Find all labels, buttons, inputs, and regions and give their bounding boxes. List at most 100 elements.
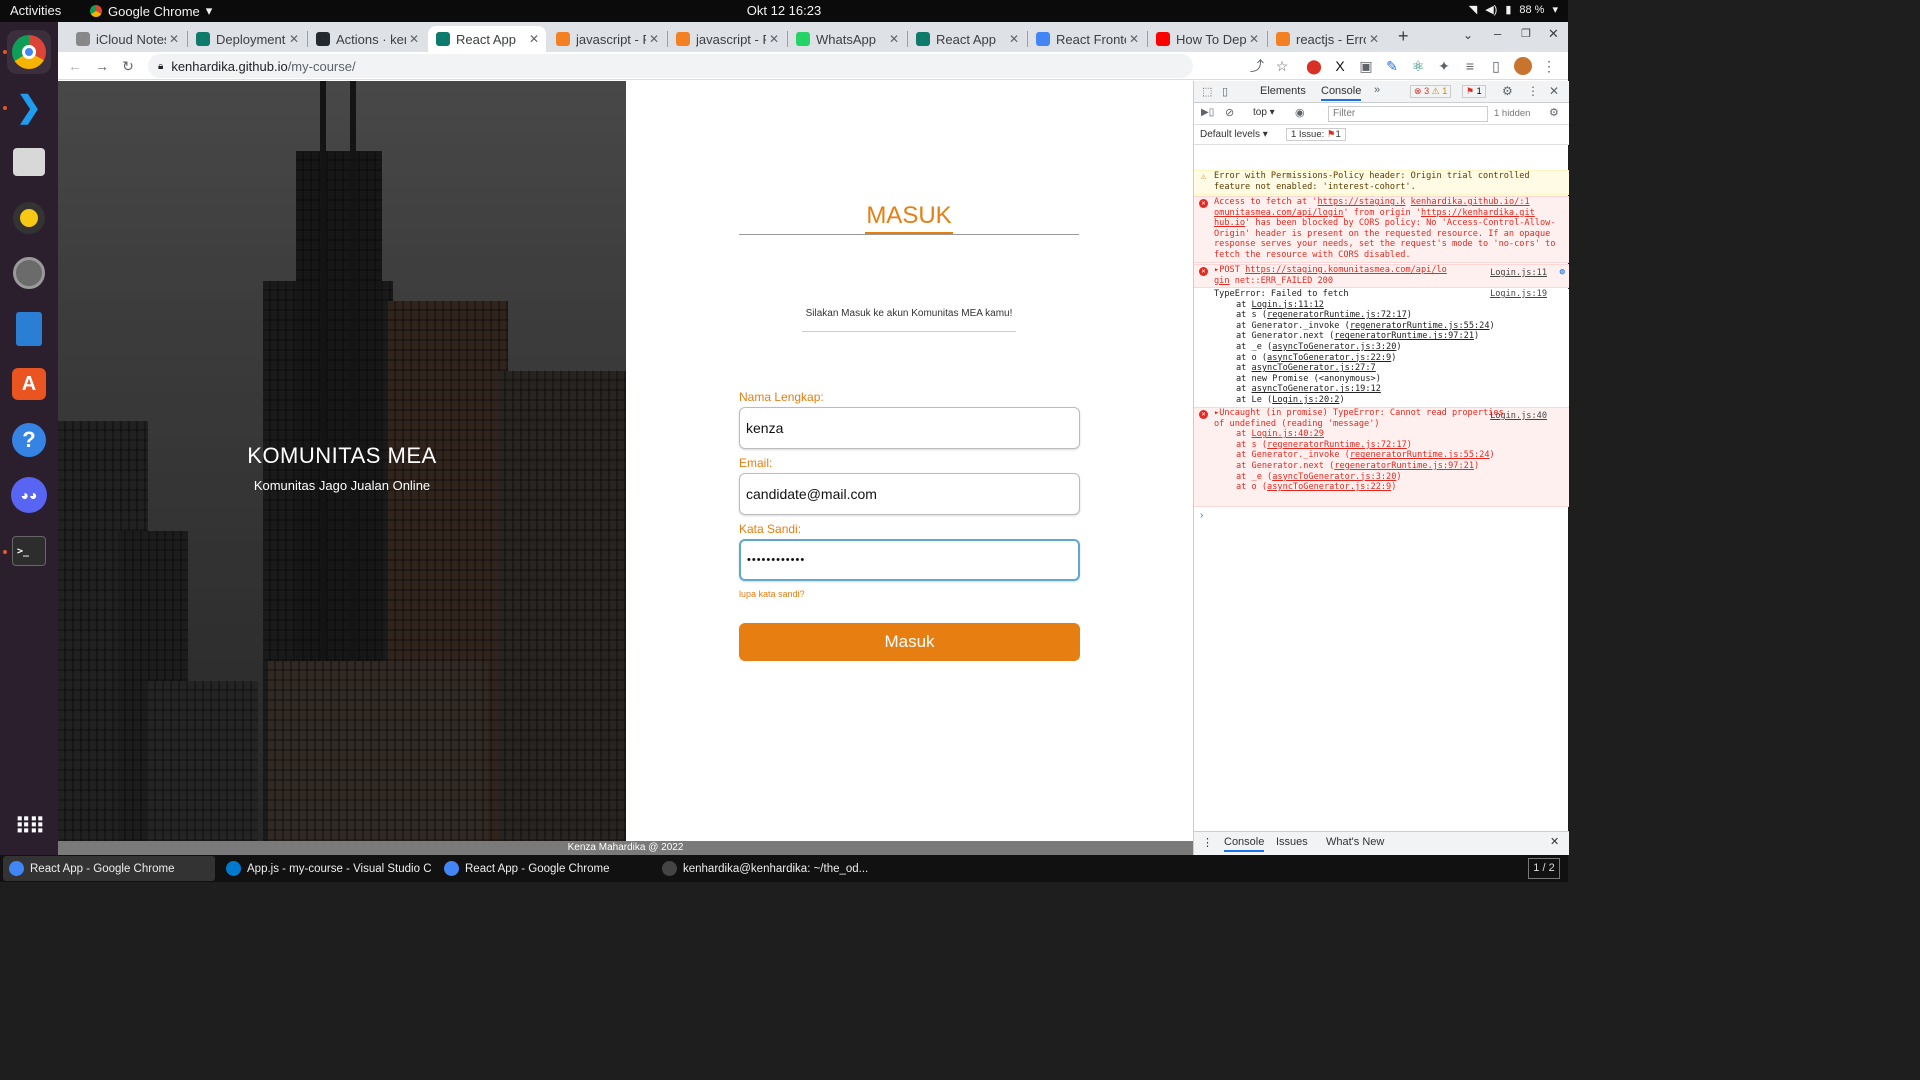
close-tab-icon[interactable]: ✕ [646, 32, 662, 46]
stack-frame-link[interactable]: regeneratorRuntime.js:97:21 [1334, 461, 1474, 471]
react-devtools-icon[interactable]: ⚛ [1409, 57, 1427, 75]
log-levels-dropdown[interactable]: Default levels ▾ [1200, 129, 1268, 140]
dock-writer[interactable] [7, 307, 51, 351]
password-input[interactable]: •••••••••••• [739, 539, 1080, 581]
drawer-menu-icon[interactable]: ⋮ [1202, 836, 1213, 849]
address-bar[interactable]: 🔒︎ kenhardika.github.io/my-course/ [148, 54, 1193, 78]
cors-source-link[interactable]: kenhardika.github.io/:1 [1411, 197, 1530, 207]
dock-discord[interactable]: ◕◕ [7, 473, 51, 517]
stack-frame-link[interactable]: regeneratorRuntime.js:55:24 [1350, 450, 1490, 460]
share-icon[interactable]: ⤴ [1248, 57, 1266, 75]
tab-console[interactable]: Console [1321, 85, 1362, 101]
stack-frame-link[interactable]: regeneratorRuntime.js:97:21 [1334, 331, 1474, 341]
stack-frame-link[interactable]: asyncToGenerator.js:3:20 [1272, 472, 1396, 482]
uncaught-source-link[interactable]: Login.js:40 [1490, 411, 1547, 422]
reading-list-icon[interactable]: ≡ [1461, 57, 1479, 75]
browser-tab[interactable]: React App ✕ [908, 26, 1026, 52]
browser-tab[interactable]: javascript - Fetch✕ [548, 26, 666, 52]
tab-search-button[interactable]: ⌄ [1463, 28, 1473, 42]
tab-elements[interactable]: Elements [1260, 85, 1306, 97]
stack-frame-link[interactable]: asyncToGenerator.js:22:9 [1267, 353, 1391, 363]
stack-frame-link[interactable]: asyncToGenerator.js:22:9 [1267, 482, 1391, 492]
activities-button[interactable]: Activities [10, 3, 61, 18]
chrome-menu-icon[interactable]: ⋮ [1540, 57, 1558, 75]
stack-frame-link[interactable]: asyncToGenerator.js:27:7 [1252, 363, 1376, 373]
close-tab-icon[interactable]: ✕ [1366, 32, 1382, 46]
profile-avatar[interactable] [1514, 57, 1532, 75]
forgot-password-link[interactable]: lupa kata sandi? [739, 589, 805, 599]
sidebar-toggle-icon[interactable]: ▶▯ [1201, 107, 1214, 118]
typeerror-source-link[interactable]: Login.js:19 [1490, 289, 1547, 300]
close-tab-icon[interactable]: ✕ [166, 32, 182, 46]
clock[interactable]: Okt 12 16:23 [747, 3, 821, 18]
extension-x-icon[interactable]: X [1331, 57, 1349, 75]
extension-s-icon[interactable]: ▣ [1357, 57, 1375, 75]
devtools-menu-icon[interactable]: ⋮ [1527, 84, 1539, 98]
settings-gear-icon[interactable]: ⚙ [1502, 84, 1513, 98]
close-tab-icon[interactable]: ✕ [1246, 32, 1262, 46]
browser-tab[interactable]: reactjs - Error✕ [1268, 26, 1386, 52]
login-submit-button[interactable]: Masuk [739, 623, 1080, 661]
post-source-link[interactable]: Login.js:11 [1490, 268, 1547, 279]
close-tab-icon[interactable]: ✕ [766, 32, 782, 46]
close-tab-icon[interactable]: ✕ [286, 32, 302, 46]
console-prompt[interactable]: › [1200, 510, 1203, 521]
issues-counter[interactable]: ⚑ 1 [1462, 85, 1486, 98]
maximize-button[interactable]: ❐ [1521, 27, 1531, 40]
browser-tab[interactable]: How To Deploy✕ [1148, 26, 1266, 52]
workspace-indicator[interactable]: 1 / 2 [1528, 858, 1560, 879]
adblock-icon[interactable]: ⬤ [1305, 57, 1323, 75]
more-tabs-icon[interactable]: » [1374, 84, 1380, 96]
reload-button[interactable]: ↻ [119, 57, 137, 75]
name-input[interactable]: kenza [739, 407, 1080, 449]
browser-tab[interactable]: WhatsApp ✕ [788, 26, 906, 52]
inspect-element-icon[interactable]: ⬚ [1202, 85, 1212, 98]
browser-tab[interactable]: React App ✕ [428, 26, 546, 52]
close-tab-icon[interactable]: ✕ [1126, 32, 1142, 46]
console-filter-input[interactable]: Filter [1328, 106, 1488, 122]
forward-button[interactable]: → [93, 57, 111, 75]
show-apps-button[interactable]: ⠿⠿ [7, 805, 51, 849]
issues-badge[interactable]: 1 Issue: ⚑1 [1286, 128, 1346, 141]
taskbar-window-item[interactable]: React App - Google Chrome [438, 856, 650, 881]
stack-frame-link[interactable]: Login.js:11:12 [1252, 300, 1324, 310]
clear-console-icon[interactable]: ⊘ [1225, 106, 1234, 119]
back-button[interactable]: ← [66, 57, 84, 75]
stack-frame-link[interactable]: regeneratorRuntime.js:55:24 [1350, 321, 1490, 331]
drawer-tab-console[interactable]: Console [1224, 836, 1265, 852]
network-icon[interactable]: ◍ [1560, 267, 1565, 278]
dock-terminal[interactable]: >_ [7, 529, 51, 573]
cors-request-link[interactable]: https://staging.k [1317, 197, 1405, 207]
app-menu[interactable]: Google Chrome ▾ [90, 3, 212, 19]
stack-frame-link[interactable]: asyncToGenerator.js:3:20 [1272, 342, 1396, 352]
cors-origin-link[interactable]: https://kenhardika.git [1421, 208, 1535, 218]
dock-settings[interactable] [7, 251, 51, 295]
drawer-tab-issues[interactable]: Issues [1276, 836, 1308, 848]
close-devtools-icon[interactable]: ✕ [1549, 84, 1559, 98]
taskbar-window-item[interactable]: kenhardika@kenhardika: ~/the_od... [656, 856, 868, 881]
stack-frame-link[interactable]: Login.js:20:2 [1272, 395, 1339, 405]
console-settings-gear-icon[interactable]: ⚙ [1549, 106, 1559, 119]
status-menu[interactable]: ◥ ◀) ▮ 88 % ▾ [1469, 3, 1558, 17]
browser-tab[interactable]: iCloud Notes ✕ [68, 26, 186, 52]
stack-frame-link[interactable]: regeneratorRuntime.js:72:17 [1267, 440, 1407, 450]
close-drawer-icon[interactable]: ✕ [1550, 835, 1559, 848]
post-url-link[interactable]: https://staging.komunitasmea.com/api/lo [1245, 265, 1447, 275]
browser-tab[interactable]: javascript - Fetch✕ [668, 26, 786, 52]
dock-chrome[interactable] [7, 30, 51, 74]
close-tab-icon[interactable]: ✕ [1006, 32, 1022, 46]
extensions-puzzle-icon[interactable]: ✦ [1435, 57, 1453, 75]
dock-software[interactable]: A [7, 362, 51, 406]
taskbar-window-item[interactable]: App.js - my-course - Visual Studio C... [220, 856, 432, 881]
browser-tab[interactable]: React Frontend✕ [1028, 26, 1146, 52]
stack-frame-link[interactable]: regeneratorRuntime.js:72:17 [1267, 310, 1407, 320]
dock-vscode[interactable]: ❯ [7, 85, 51, 129]
device-toolbar-icon[interactable]: ▯ [1222, 85, 1228, 98]
dock-help[interactable]: ? [7, 418, 51, 462]
browser-tab[interactable]: Actions · kenhardika✕ [308, 26, 426, 52]
side-panel-icon[interactable]: ▯ [1487, 57, 1505, 75]
close-tab-icon[interactable]: ✕ [526, 32, 542, 46]
drawer-tab-whatsnew[interactable]: What's New [1326, 836, 1384, 848]
minimize-button[interactable]: – [1494, 26, 1501, 41]
stack-frame-link[interactable]: asyncToGenerator.js:19:12 [1252, 384, 1381, 394]
